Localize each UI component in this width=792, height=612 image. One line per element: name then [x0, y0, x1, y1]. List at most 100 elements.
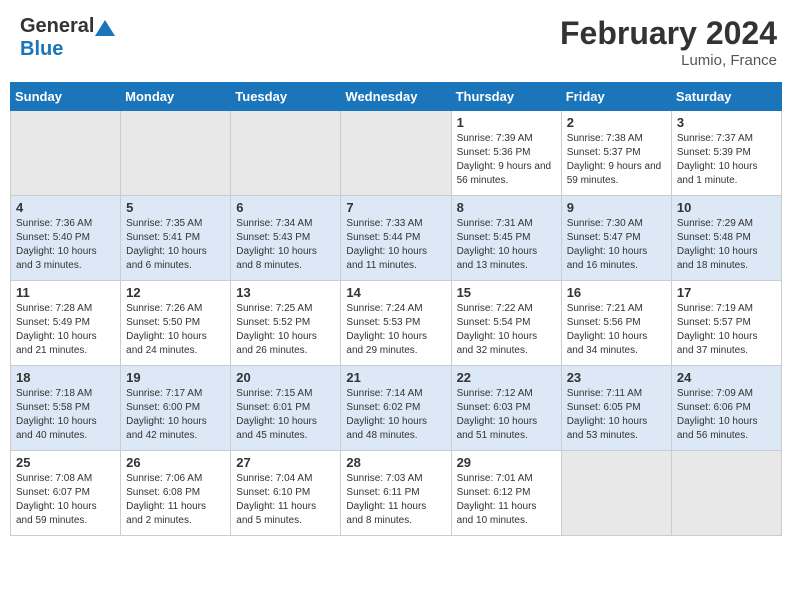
calendar-cell: 3 Sunrise: 7:37 AM Sunset: 5:39 PM Dayli… [671, 111, 781, 196]
sunrise: Sunrise: 7:24 AM [346, 303, 422, 314]
day-number: 11 [16, 285, 115, 300]
calendar-cell [121, 111, 231, 196]
day-info: Sunrise: 7:12 AM Sunset: 6:03 PM Dayligh… [457, 387, 556, 443]
header-wednesday: Wednesday [341, 83, 451, 111]
calendar-cell: 24 Sunrise: 7:09 AM Sunset: 6:06 PM Dayl… [671, 366, 781, 451]
day-info: Sunrise: 7:34 AM Sunset: 5:43 PM Dayligh… [236, 217, 335, 273]
sunset: Sunset: 5:54 PM [457, 317, 531, 328]
daylight: Daylight: 10 hours and 32 minutes. [457, 331, 538, 356]
calendar-cell: 25 Sunrise: 7:08 AM Sunset: 6:07 PM Dayl… [11, 451, 121, 536]
sunset: Sunset: 5:57 PM [677, 317, 751, 328]
weekday-header-row: Sunday Monday Tuesday Wednesday Thursday… [11, 83, 782, 111]
daylight: Daylight: 10 hours and 3 minutes. [16, 246, 97, 271]
sunset: Sunset: 6:00 PM [126, 402, 200, 413]
calendar-cell: 26 Sunrise: 7:06 AM Sunset: 6:08 PM Dayl… [121, 451, 231, 536]
day-info: Sunrise: 7:30 AM Sunset: 5:47 PM Dayligh… [567, 217, 666, 273]
day-info: Sunrise: 7:21 AM Sunset: 5:56 PM Dayligh… [567, 302, 666, 358]
calendar-title: February 2024 [560, 15, 777, 52]
daylight: Daylight: 10 hours and 48 minutes. [346, 416, 427, 441]
calendar-cell: 28 Sunrise: 7:03 AM Sunset: 6:11 PM Dayl… [341, 451, 451, 536]
day-number: 12 [126, 285, 225, 300]
header-thursday: Thursday [451, 83, 561, 111]
day-number: 28 [346, 455, 445, 470]
calendar-cell: 8 Sunrise: 7:31 AM Sunset: 5:45 PM Dayli… [451, 196, 561, 281]
calendar-cell: 22 Sunrise: 7:12 AM Sunset: 6:03 PM Dayl… [451, 366, 561, 451]
daylight: Daylight: 9 hours and 59 minutes. [567, 161, 662, 186]
daylight: Daylight: 10 hours and 16 minutes. [567, 246, 648, 271]
calendar-cell: 21 Sunrise: 7:14 AM Sunset: 6:02 PM Dayl… [341, 366, 451, 451]
day-info: Sunrise: 7:09 AM Sunset: 6:06 PM Dayligh… [677, 387, 776, 443]
sunset: Sunset: 5:43 PM [236, 232, 310, 243]
header-tuesday: Tuesday [231, 83, 341, 111]
sunrise: Sunrise: 7:30 AM [567, 218, 643, 229]
day-number: 3 [677, 115, 776, 130]
sunrise: Sunrise: 7:18 AM [16, 388, 92, 399]
day-info: Sunrise: 7:14 AM Sunset: 6:02 PM Dayligh… [346, 387, 445, 443]
day-info: Sunrise: 7:26 AM Sunset: 5:50 PM Dayligh… [126, 302, 225, 358]
calendar-row-1: 4 Sunrise: 7:36 AM Sunset: 5:40 PM Dayli… [11, 196, 782, 281]
day-number: 19 [126, 370, 225, 385]
calendar-location: Lumio, France [560, 52, 777, 69]
day-info: Sunrise: 7:06 AM Sunset: 6:08 PM Dayligh… [126, 472, 225, 528]
sunset: Sunset: 6:10 PM [236, 487, 310, 498]
header-saturday: Saturday [671, 83, 781, 111]
calendar-cell: 23 Sunrise: 7:11 AM Sunset: 6:05 PM Dayl… [561, 366, 671, 451]
day-number: 2 [567, 115, 666, 130]
sunrise: Sunrise: 7:09 AM [677, 388, 753, 399]
sunset: Sunset: 5:50 PM [126, 317, 200, 328]
day-number: 26 [126, 455, 225, 470]
day-number: 25 [16, 455, 115, 470]
sunrise: Sunrise: 7:11 AM [567, 388, 642, 399]
sunrise: Sunrise: 7:19 AM [677, 303, 753, 314]
sunset: Sunset: 6:01 PM [236, 402, 310, 413]
calendar-cell [11, 111, 121, 196]
calendar-cell: 16 Sunrise: 7:21 AM Sunset: 5:56 PM Dayl… [561, 281, 671, 366]
daylight: Daylight: 10 hours and 59 minutes. [16, 501, 97, 526]
day-info: Sunrise: 7:01 AM Sunset: 6:12 PM Dayligh… [457, 472, 556, 528]
day-number: 15 [457, 285, 556, 300]
calendar-cell [671, 451, 781, 536]
calendar-cell: 17 Sunrise: 7:19 AM Sunset: 5:57 PM Dayl… [671, 281, 781, 366]
calendar-cell: 1 Sunrise: 7:39 AM Sunset: 5:36 PM Dayli… [451, 111, 561, 196]
day-info: Sunrise: 7:39 AM Sunset: 5:36 PM Dayligh… [457, 132, 556, 188]
daylight: Daylight: 10 hours and 11 minutes. [346, 246, 427, 271]
day-number: 20 [236, 370, 335, 385]
sunset: Sunset: 5:49 PM [16, 317, 90, 328]
daylight: Daylight: 11 hours and 8 minutes. [346, 501, 426, 526]
day-info: Sunrise: 7:19 AM Sunset: 5:57 PM Dayligh… [677, 302, 776, 358]
day-number: 18 [16, 370, 115, 385]
sunset: Sunset: 5:40 PM [16, 232, 90, 243]
calendar-cell: 11 Sunrise: 7:28 AM Sunset: 5:49 PM Dayl… [11, 281, 121, 366]
day-info: Sunrise: 7:36 AM Sunset: 5:40 PM Dayligh… [16, 217, 115, 273]
daylight: Daylight: 10 hours and 1 minute. [677, 161, 758, 186]
calendar-cell: 2 Sunrise: 7:38 AM Sunset: 5:37 PM Dayli… [561, 111, 671, 196]
sunrise: Sunrise: 7:34 AM [236, 218, 312, 229]
sunrise: Sunrise: 7:08 AM [16, 473, 92, 484]
sunset: Sunset: 6:02 PM [346, 402, 420, 413]
sunrise: Sunrise: 7:01 AM [457, 473, 533, 484]
calendar-cell: 6 Sunrise: 7:34 AM Sunset: 5:43 PM Dayli… [231, 196, 341, 281]
sunset: Sunset: 5:44 PM [346, 232, 420, 243]
sunset: Sunset: 5:39 PM [677, 147, 751, 158]
sunset: Sunset: 5:58 PM [16, 402, 90, 413]
sunrise: Sunrise: 7:22 AM [457, 303, 533, 314]
day-info: Sunrise: 7:04 AM Sunset: 6:10 PM Dayligh… [236, 472, 335, 528]
daylight: Daylight: 11 hours and 5 minutes. [236, 501, 316, 526]
day-info: Sunrise: 7:03 AM Sunset: 6:11 PM Dayligh… [346, 472, 445, 528]
sunrise: Sunrise: 7:25 AM [236, 303, 312, 314]
day-info: Sunrise: 7:29 AM Sunset: 5:48 PM Dayligh… [677, 217, 776, 273]
calendar-cell: 9 Sunrise: 7:30 AM Sunset: 5:47 PM Dayli… [561, 196, 671, 281]
calendar-row-2: 11 Sunrise: 7:28 AM Sunset: 5:49 PM Dayl… [11, 281, 782, 366]
day-number: 10 [677, 200, 776, 215]
day-info: Sunrise: 7:28 AM Sunset: 5:49 PM Dayligh… [16, 302, 115, 358]
day-info: Sunrise: 7:18 AM Sunset: 5:58 PM Dayligh… [16, 387, 115, 443]
day-info: Sunrise: 7:31 AM Sunset: 5:45 PM Dayligh… [457, 217, 556, 273]
daylight: Daylight: 9 hours and 56 minutes. [457, 161, 552, 186]
calendar-cell: 7 Sunrise: 7:33 AM Sunset: 5:44 PM Dayli… [341, 196, 451, 281]
day-number: 13 [236, 285, 335, 300]
day-number: 1 [457, 115, 556, 130]
logo-icon [95, 20, 115, 36]
sunset: Sunset: 5:47 PM [567, 232, 641, 243]
sunset: Sunset: 5:37 PM [567, 147, 641, 158]
sunrise: Sunrise: 7:38 AM [567, 133, 643, 144]
